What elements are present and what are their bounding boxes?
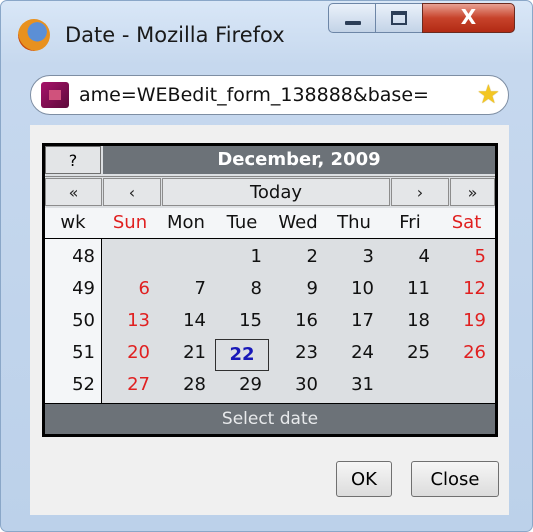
close-icon: X: [460, 5, 477, 29]
calendar-day[interactable]: 9: [270, 278, 318, 299]
day-name: Wed: [278, 212, 318, 233]
day-name: Fri: [399, 212, 421, 233]
calendar-day[interactable]: 23: [270, 342, 318, 363]
minimize-icon: [345, 21, 361, 25]
day-name: Mon: [167, 212, 205, 233]
day-name: Sat: [451, 212, 482, 233]
day-name: Sun: [112, 212, 148, 233]
calendar-day[interactable]: 3: [326, 246, 374, 267]
prev-year-button[interactable]: «: [45, 178, 102, 206]
calendar-day[interactable]: 15: [214, 310, 262, 331]
calendar-day[interactable]: 24: [326, 342, 374, 363]
calendar-day[interactable]: 18: [382, 310, 430, 331]
firefox-logo-icon: [18, 19, 50, 51]
calendar-day[interactable]: 7: [158, 278, 206, 299]
calendar-day[interactable]: 12: [438, 278, 486, 299]
next-year-button[interactable]: »: [450, 178, 495, 206]
calendar-day[interactable]: 29: [214, 374, 262, 395]
calendar-day[interactable]: 20: [102, 342, 150, 363]
dialog-content: ? December, 2009 « ‹ Today › » wk Sun Mo…: [30, 125, 509, 515]
week-number: 49: [72, 278, 95, 299]
status-bar: Select date: [45, 403, 495, 434]
calendar-day[interactable]: 26: [438, 342, 486, 363]
window-title: Date - Mozilla Firefox: [65, 23, 285, 47]
calendar-day[interactable]: 2: [270, 246, 318, 267]
calendar-day[interactable]: 21: [158, 342, 206, 363]
close-window-button[interactable]: X: [422, 3, 515, 33]
calendar-day[interactable]: 31: [326, 374, 374, 395]
calendar-day[interactable]: 19: [438, 310, 486, 331]
firefox-window: Date - Mozilla Firefox X ame=WEBedit_for…: [0, 0, 533, 532]
calendar: ? December, 2009 « ‹ Today › » wk Sun Mo…: [42, 143, 498, 437]
calendar-day-today[interactable]: 22: [215, 339, 269, 371]
week-header: wk: [60, 212, 86, 233]
calendar-day[interactable]: 17: [326, 310, 374, 331]
calendar-day[interactable]: 10: [326, 278, 374, 299]
day-names-row: wk Sun Mon Tue Wed Thu Fri Sat: [45, 208, 495, 239]
calendar-day[interactable]: 30: [270, 374, 318, 395]
url-text[interactable]: ame=WEBedit_form_138888&base=: [79, 84, 429, 106]
help-button[interactable]: ?: [45, 146, 101, 174]
calendar-day[interactable]: 4: [382, 246, 430, 267]
month-title: December, 2009: [103, 146, 495, 174]
calendar-day[interactable]: 14: [158, 310, 206, 331]
maximize-icon: [391, 11, 407, 25]
calendar-day[interactable]: 25: [382, 342, 430, 363]
calendar-day[interactable]: 11: [382, 278, 430, 299]
week-number: 50: [72, 310, 95, 331]
next-month-button[interactable]: ›: [391, 178, 449, 206]
today-button[interactable]: Today: [162, 178, 390, 206]
star-icon[interactable]: ★: [477, 81, 500, 109]
week-number: 48: [72, 246, 95, 267]
week-number: 52: [72, 374, 95, 395]
calendar-day[interactable]: 6: [102, 278, 150, 299]
calendar-day[interactable]: 13: [102, 310, 150, 331]
week-number: 51: [72, 342, 95, 363]
calendar-day[interactable]: 16: [270, 310, 318, 331]
day-name: Tue: [226, 212, 258, 233]
calendar-day[interactable]: 5: [438, 246, 486, 267]
minimize-button[interactable]: [328, 3, 376, 33]
day-name: Thu: [337, 212, 371, 233]
ok-button[interactable]: OK: [336, 461, 392, 497]
calendar-header: ? December, 2009: [45, 146, 495, 176]
calendar-grid: 48 1 2 3 4 5 49 6 7 8 9 10 11 12 50 13 14 15 16 17 18 19 51 20 2…: [45, 239, 495, 403]
close-button[interactable]: Close: [411, 461, 499, 497]
calendar-day[interactable]: 8: [214, 278, 262, 299]
calendar-nav: « ‹ Today › »: [45, 176, 495, 208]
maximize-button[interactable]: [375, 3, 423, 33]
site-favicon-icon: [41, 82, 69, 108]
calendar-day[interactable]: 27: [102, 374, 150, 395]
title-bar[interactable]: Date - Mozilla Firefox X: [1, 1, 532, 61]
prev-month-button[interactable]: ‹: [103, 178, 161, 206]
calendar-day[interactable]: 1: [214, 246, 262, 267]
address-bar[interactable]: ame=WEBedit_form_138888&base= ★: [30, 75, 509, 115]
calendar-day[interactable]: 28: [158, 374, 206, 395]
